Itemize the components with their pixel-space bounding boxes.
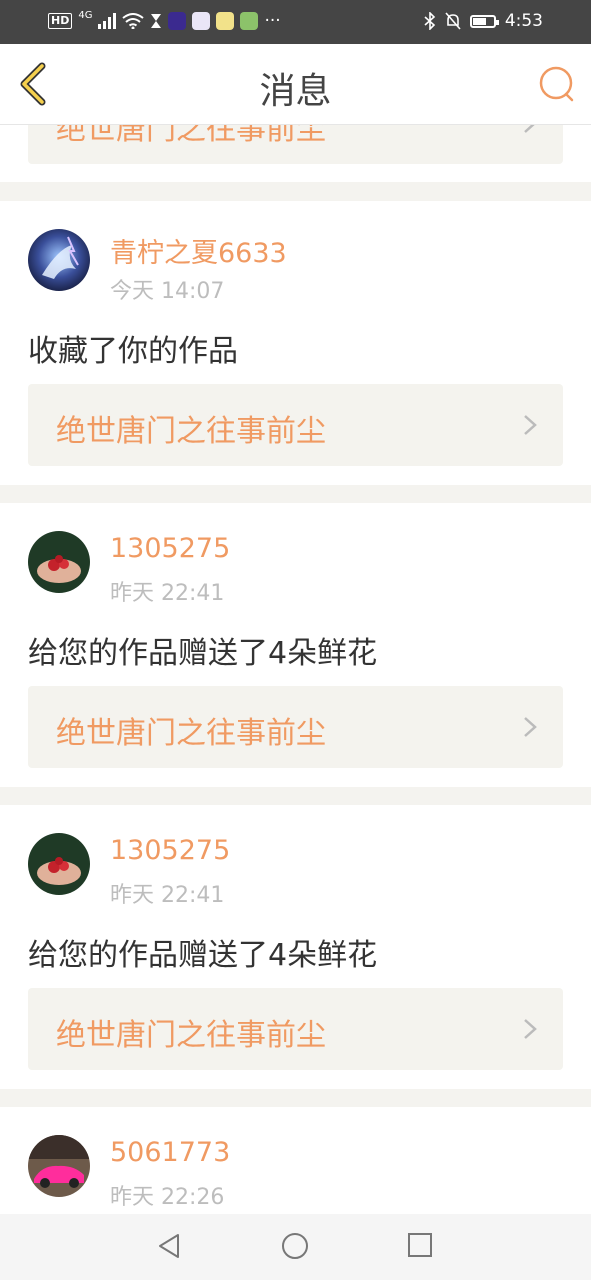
chevron-right-icon [524, 124, 536, 133]
home-circle-icon[interactable] [281, 1232, 309, 1260]
network-type: 4G [78, 9, 93, 21]
hourglass-icon [151, 14, 162, 28]
app-notification-icon [216, 12, 235, 30]
message-text: 给您的作品赠送了4朵鲜花 [28, 636, 378, 671]
work-title: 绝世唐门之往事前尘 [56, 1018, 326, 1053]
wifi-icon [122, 13, 145, 29]
work-title: 绝世唐门之往事前尘 [56, 414, 326, 449]
avatar[interactable] [28, 229, 90, 291]
app-notification-icon [168, 12, 187, 30]
timestamp: 昨天 22:41 [110, 581, 225, 606]
timestamp: 昨天 22:41 [110, 883, 225, 908]
work-link[interactable]: 绝世唐门之往事前尘 [28, 384, 563, 466]
battery-icon [469, 14, 499, 28]
timestamp: 昨天 22:26 [110, 1185, 225, 1210]
username[interactable]: 青柠之夏6633 [110, 231, 287, 270]
status-bar: HD 4G ··· 4:53 [0, 0, 591, 44]
username[interactable]: 1305275 [110, 533, 230, 564]
timestamp: 今天 14:07 [110, 279, 225, 304]
message-card: 青柠之夏6633 今天 14:07 收藏了你的作品 绝世唐门之往事前尘 [0, 201, 591, 485]
message-text: 收藏了你的作品 [28, 334, 238, 369]
username[interactable]: 1305275 [110, 835, 230, 866]
bluetooth-icon [424, 12, 435, 30]
avatar[interactable] [28, 833, 90, 895]
back-triangle-icon[interactable] [156, 1232, 182, 1260]
system-navigation-bar [0, 1214, 591, 1280]
chevron-right-icon [524, 415, 537, 435]
message-text: 给您的作品赠送了4朵鲜花 [28, 938, 378, 973]
work-title: 绝世唐门之往事前尘 [56, 716, 326, 751]
signal-icon [98, 13, 117, 29]
username[interactable]: 5061773 [110, 1137, 230, 1168]
clock: 4:53 [504, 11, 543, 31]
hd-indicator: HD [48, 13, 73, 29]
message-card: 绝世唐门之往事前尘 [0, 124, 591, 182]
work-link[interactable]: 绝世唐门之往事前尘 [28, 124, 563, 164]
more-notifications-icon: ··· [264, 11, 281, 31]
message-card: 5061773 昨天 22:26 [0, 1107, 591, 1214]
work-link[interactable]: 绝世唐门之往事前尘 [28, 686, 563, 768]
message-list[interactable]: 绝世唐门之往事前尘 青柠之夏6633 今天 14:07 收藏了你的作品 绝世唐门… [0, 124, 591, 1214]
recent-apps-square-icon[interactable] [407, 1232, 433, 1258]
flash-app-icon [192, 12, 211, 30]
search-button[interactable] [537, 64, 577, 104]
chevron-right-icon [524, 717, 537, 737]
chevron-right-icon [524, 1019, 537, 1039]
work-link[interactable]: 绝世唐门之往事前尘 [28, 988, 563, 1070]
message-card: 1305275 昨天 22:41 给您的作品赠送了4朵鲜花 绝世唐门之往事前尘 [0, 503, 591, 787]
app-notification-icon [240, 12, 259, 30]
page-title: 消息 [259, 71, 332, 112]
work-title: 绝世唐门之往事前尘 [56, 124, 326, 147]
header: 消息 [0, 44, 591, 125]
avatar[interactable] [28, 1135, 90, 1197]
message-card: 1305275 昨天 22:41 给您的作品赠送了4朵鲜花 绝世唐门之往事前尘 [0, 805, 591, 1089]
avatar[interactable] [28, 531, 90, 593]
mute-bell-icon [445, 12, 461, 30]
